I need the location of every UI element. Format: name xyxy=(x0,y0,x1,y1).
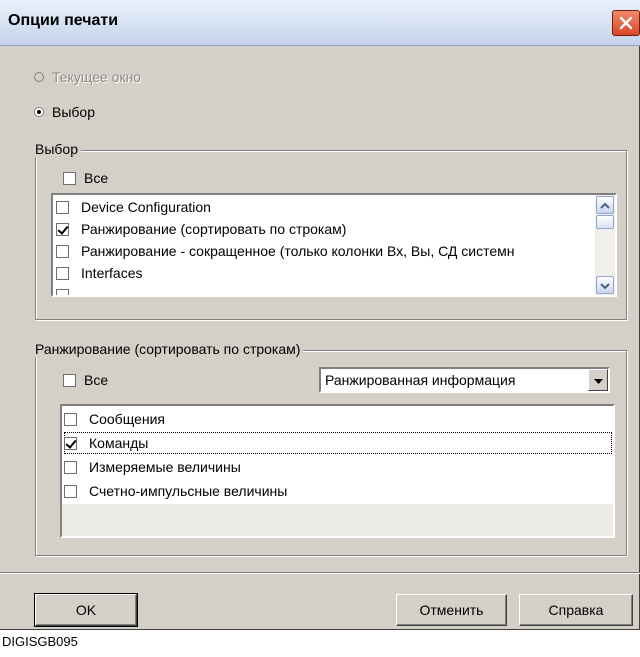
help-button[interactable]: Справка xyxy=(519,594,633,626)
list-item[interactable]: Device Configuration xyxy=(56,196,211,218)
list-item-label: Сообщения xyxy=(89,411,165,427)
cancel-button[interactable]: Отменить xyxy=(396,594,507,626)
chevron-up-icon xyxy=(600,197,610,213)
ranking-info-select-button[interactable] xyxy=(588,369,608,391)
list-item-checkbox[interactable] xyxy=(56,288,69,295)
ranking-all-checkbox[interactable]: Все xyxy=(63,372,108,388)
ok-button[interactable]: OK xyxy=(34,593,138,627)
list-item-checkbox[interactable] xyxy=(56,266,69,280)
radio-selection[interactable]: Выбор xyxy=(34,104,95,120)
list-item-checkbox[interactable] xyxy=(64,460,77,474)
ranking-all-box xyxy=(63,373,76,387)
list-item-checkbox[interactable] xyxy=(56,244,69,258)
scroll-down-button[interactable] xyxy=(596,276,614,294)
chevron-down-icon xyxy=(600,277,610,293)
list-item-checkbox[interactable] xyxy=(56,222,69,236)
ok-button-label: OK xyxy=(75,602,97,618)
selection-list[interactable]: Device Configuration Ранжирование (сорти… xyxy=(51,193,617,297)
selection-group-title: Выбор xyxy=(32,141,81,157)
list-item[interactable]: Измеряемые величины xyxy=(64,456,241,478)
list-item[interactable]: Счетно-импульсные величины xyxy=(64,480,287,502)
selection-list-scrollbar[interactable] xyxy=(595,195,615,295)
list-item-label: Ранжирование - сокращенное (только колон… xyxy=(81,243,515,259)
footer-separator xyxy=(0,572,640,574)
list-item-checkbox[interactable] xyxy=(64,412,77,426)
print-options-dialog: Опции печати Текущее окно Выбор Выбор Вс… xyxy=(0,0,640,630)
list-item-checkbox[interactable] xyxy=(64,436,77,450)
selection-all-box xyxy=(63,171,76,185)
list-item[interactable]: Ранжирование - сокращенное (только колон… xyxy=(56,240,515,262)
selection-all-label: Все xyxy=(84,170,109,186)
list-item[interactable]: Сообщения xyxy=(64,408,165,430)
ranking-info-select-value: Ранжированная информация xyxy=(325,372,516,388)
close-button[interactable] xyxy=(612,10,640,36)
list-item-label: Счетно-импульсные величины xyxy=(89,483,288,499)
selection-all-checkbox[interactable]: Все xyxy=(63,170,108,186)
list-item[interactable]: Команды xyxy=(64,432,612,454)
close-icon xyxy=(619,16,633,30)
radio-current-window-label: Текущее окно xyxy=(52,69,142,85)
list-item[interactable] xyxy=(56,284,81,295)
list-item-checkbox[interactable] xyxy=(64,484,77,498)
ranking-list[interactable]: Сообщения Команды Измеряемые величины Сч… xyxy=(60,404,615,538)
scroll-thumb[interactable] xyxy=(596,215,614,229)
ranking-all-label: Все xyxy=(84,372,109,388)
radio-selection-circle xyxy=(34,107,44,117)
list-item-label: Измеряемые величины xyxy=(89,459,241,475)
list-item-label: Device Configuration xyxy=(81,199,211,215)
list-item-label: Ранжирование (сортировать по строкам) xyxy=(81,221,347,237)
title-bar: Опции печати xyxy=(0,0,640,46)
radio-current-window[interactable]: Текущее окно xyxy=(34,69,141,85)
window-title: Опции печати xyxy=(8,12,119,29)
list-empty-area xyxy=(62,504,613,536)
list-item-checkbox[interactable] xyxy=(56,200,69,214)
radio-current-window-circle xyxy=(34,72,44,82)
dropdown-arrow-icon xyxy=(593,372,603,388)
ranking-group-title: Ранжирование (сортировать по строкам) xyxy=(32,341,304,357)
list-item-label: Команды xyxy=(89,435,149,451)
figure-caption: DIGISGB095 xyxy=(2,634,78,649)
help-button-label: Справка xyxy=(548,602,604,618)
list-item-label: Interfaces xyxy=(81,265,143,281)
cancel-button-label: Отменить xyxy=(419,602,484,618)
list-item[interactable]: Interfaces xyxy=(56,262,142,284)
ranking-info-select[interactable]: Ранжированная информация xyxy=(319,367,610,393)
scroll-up-button[interactable] xyxy=(596,196,614,214)
list-item[interactable]: Ранжирование (сортировать по строкам) xyxy=(56,218,346,240)
radio-selection-label: Выбор xyxy=(52,104,95,120)
